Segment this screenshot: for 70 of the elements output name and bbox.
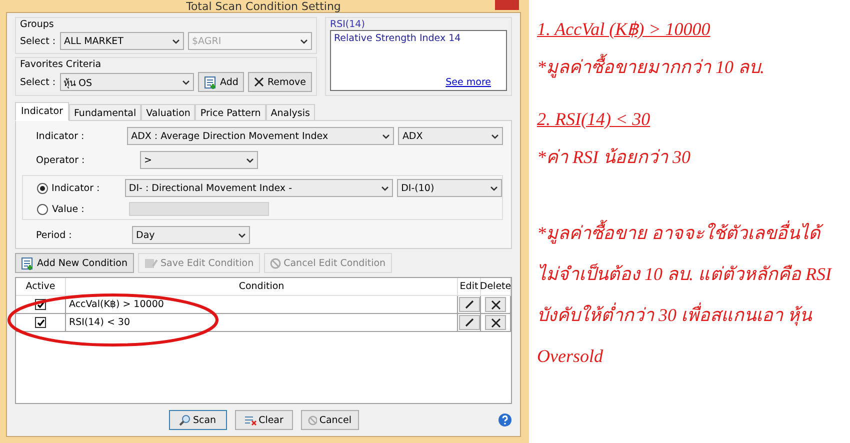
dropdown-field[interactable]: >	[140, 151, 258, 169]
scan-button[interactable]: Scan	[168, 410, 226, 430]
condition-button[interactable]: Add New Condition	[15, 253, 134, 273]
table-cell: RSI(14) < 30	[66, 314, 458, 332]
window-title: Total Scan Condition Setting	[186, 1, 341, 12]
tab[interactable]: Price Pattern	[195, 104, 266, 121]
chevron-down-icon	[182, 80, 190, 84]
field-label: Select :	[20, 36, 56, 46]
edit-button[interactable]	[458, 297, 480, 312]
annotation-heading: 1. AccVal (K฿) > 10000	[537, 18, 712, 40]
help-icon[interactable]	[498, 413, 512, 427]
column-header: Active	[16, 278, 66, 296]
dropdown-field[interactable]: Day	[132, 226, 250, 244]
delete-button[interactable]	[485, 315, 506, 330]
table-cell: AccVal(K฿) > 10000	[66, 296, 458, 314]
group-label: Groups	[20, 19, 55, 30]
chevron-down-icon	[300, 38, 308, 44]
annotation-note: *ค่า RSI น้อยกว่า 30	[537, 146, 692, 169]
radio-button[interactable]	[37, 182, 48, 194]
remove-button[interactable]: Remove	[248, 72, 312, 92]
column-header: Edit	[458, 278, 481, 296]
dropdown-field[interactable]: DI-(10)	[397, 179, 502, 197]
tab[interactable]: Valuation	[141, 104, 196, 121]
close-icon	[254, 77, 264, 87]
group-label: RSI(14)	[330, 19, 366, 30]
chevron-down-icon	[381, 186, 390, 190]
dropdown-field[interactable]: ADX	[398, 127, 503, 145]
cancel-icon	[270, 258, 281, 268]
field-label: Value :	[52, 204, 86, 214]
dropdown-field[interactable]: หุ้น OS	[60, 73, 194, 91]
field-label: Indicator :	[36, 130, 86, 142]
field-label: Period :	[36, 230, 73, 240]
search-icon	[178, 414, 191, 426]
chevron-down-icon	[246, 158, 254, 162]
field-label: Operator :	[36, 154, 86, 166]
annotation-note: *มูลค่าซื้อขายมากกว่า 10 ลบ.	[537, 52, 850, 81]
column-header: Condition	[66, 278, 458, 296]
delete-button[interactable]	[485, 297, 506, 312]
clear-button[interactable]: Clear	[234, 410, 292, 430]
group-label: Favorites Criteria	[20, 59, 102, 70]
field-label: Indicator :	[52, 182, 101, 194]
cancel-button[interactable]: Cancel	[300, 410, 358, 430]
chevron-down-icon	[172, 38, 180, 44]
close-icon	[490, 300, 500, 310]
tab[interactable]: Indicator	[15, 102, 69, 121]
add-button[interactable]: Add	[198, 72, 244, 92]
see-more-link[interactable]: See more	[446, 77, 491, 88]
tab[interactable]: Fundamental	[68, 104, 142, 121]
close-icon	[490, 318, 500, 328]
chevron-down-icon	[490, 134, 499, 138]
radio-button[interactable]	[37, 204, 48, 214]
add-icon	[204, 76, 218, 88]
tab[interactable]: Analysis	[266, 104, 315, 121]
dropdown-field[interactable]: ADX : Average Direction Movement Index	[127, 127, 394, 145]
column-header: Delete	[481, 278, 511, 296]
chevron-down-icon	[238, 232, 246, 238]
field-label: Select :	[20, 76, 56, 88]
annotation-paragraph: *มูลค่าซื้อขาย อาจจะใช้ตัวเลขอื่นได้ ไม่จำเป็นต้อง 10 ลบ. แต่ตัวหลักคือ RSI บังคับให้ต่ำกว่า 30 เพื่อสแกนเอา หุ้น Oversold	[537, 213, 837, 377]
clear-list-icon	[244, 414, 257, 426]
add-icon	[21, 256, 34, 270]
dropdown-field[interactable]: ALL MARKET	[60, 32, 184, 50]
annotation-heading: 2. RSI(14) < 30	[537, 109, 652, 130]
cancel-icon	[308, 414, 318, 426]
chevron-down-icon	[382, 134, 390, 138]
dropdown-field[interactable]: DI- : Directional Movement Index -	[124, 179, 394, 197]
description-text-area[interactable]: Relative Strength Index 14 See more	[330, 30, 507, 91]
chevron-down-icon	[490, 186, 498, 190]
edit-button[interactable]	[458, 315, 480, 330]
save-icon	[144, 258, 158, 268]
checkbox[interactable]	[35, 317, 46, 328]
